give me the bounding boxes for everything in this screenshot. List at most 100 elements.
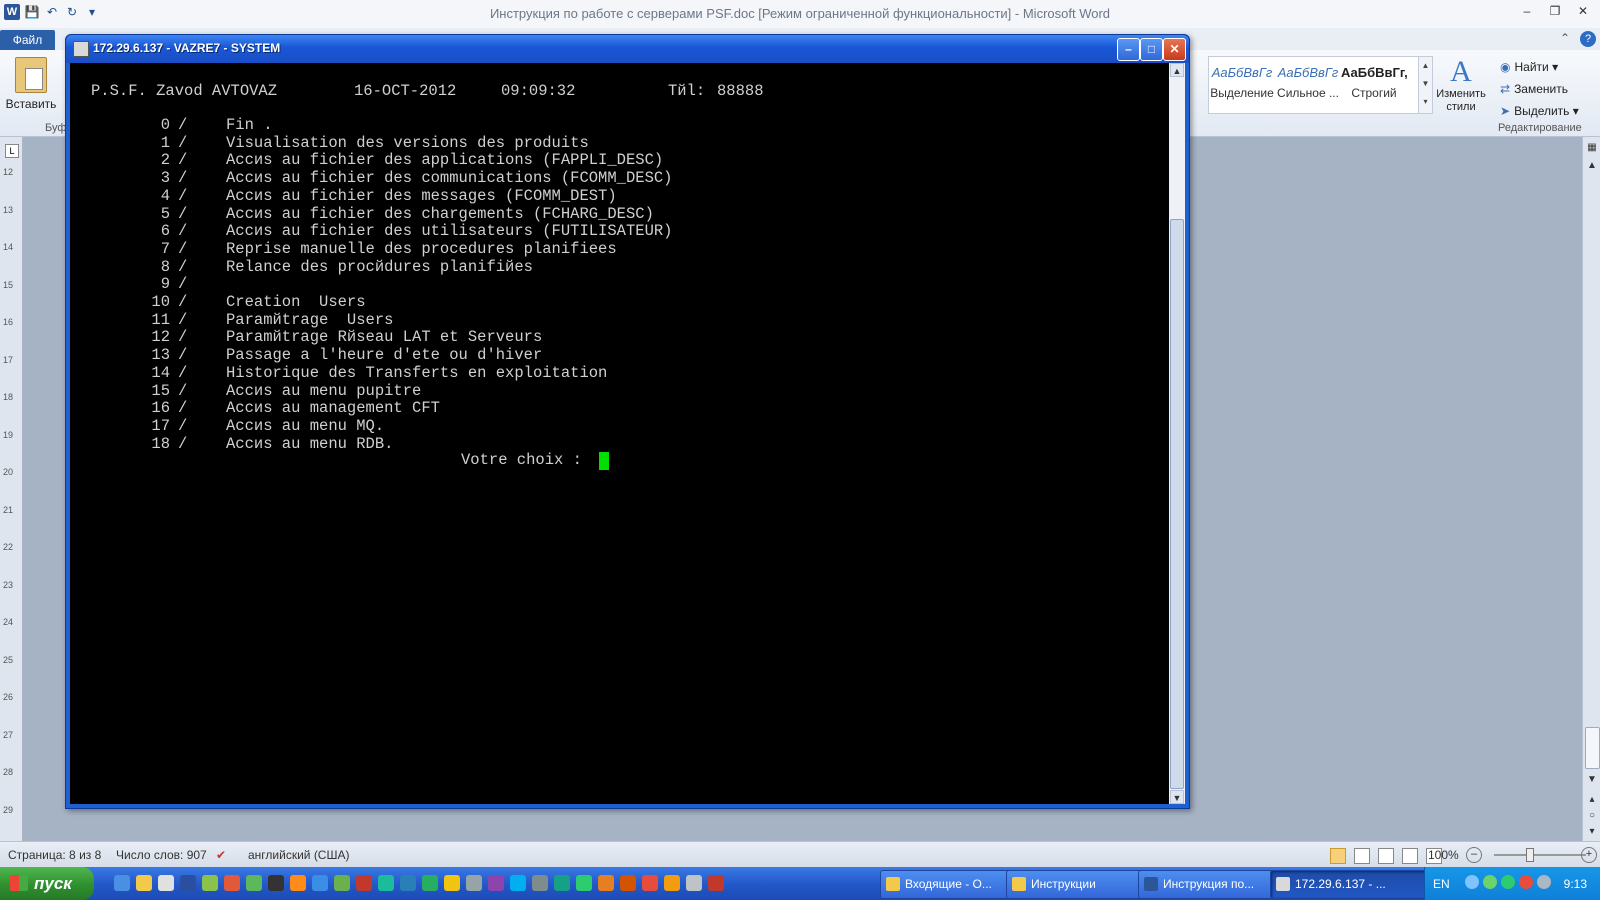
browse-object-icon[interactable]: ○ <box>1585 809 1599 823</box>
style-intense[interactable]: АаБбВвГг Сильное ... <box>1275 57 1341 113</box>
select-button[interactable]: ➤ Выделить ▾ <box>1500 100 1598 122</box>
putty-icon[interactable] <box>73 41 89 57</box>
app-icon[interactable] <box>202 875 218 891</box>
close-icon[interactable]: ✕ <box>1574 3 1592 19</box>
terminal-scroll-down-icon[interactable]: ▼ <box>1170 790 1184 804</box>
web-layout-icon[interactable] <box>1378 848 1394 864</box>
terminal-screen[interactable]: P.S.F. Zavod AVTOVAZ 16-OCT-2012 09:09:3… <box>70 63 1169 804</box>
app-icon[interactable] <box>664 875 680 891</box>
terminal-minimize-button[interactable]: – <box>1117 38 1140 61</box>
app-icon[interactable] <box>488 875 504 891</box>
terminal-close-button[interactable]: ✕ <box>1163 38 1186 61</box>
header-tel-value: 88888 <box>717 82 764 100</box>
reading-view-icon[interactable] <box>1354 848 1370 864</box>
zoom-slider[interactable] <box>1494 854 1586 856</box>
style-name: Строгий <box>1351 86 1397 100</box>
app-icon[interactable] <box>400 875 416 891</box>
terminal-scroll-up-icon[interactable]: ▲ <box>1170 63 1184 77</box>
ribbon-collapse-icon[interactable]: ⌃ <box>1560 31 1570 45</box>
prev-page-icon[interactable]: ▴ <box>1585 793 1599 807</box>
file-tab[interactable]: Файл <box>0 30 55 50</box>
replace-icon: ⇄ <box>1500 82 1511 96</box>
restore-icon[interactable]: ❐ <box>1546 3 1564 19</box>
next-page-icon[interactable]: ▾ <box>1585 825 1599 839</box>
ruler-number: 19 <box>3 429 14 440</box>
header-date: 16-OCT-2012 <box>354 82 457 100</box>
app-icon[interactable] <box>334 875 350 891</box>
skype-icon[interactable] <box>510 875 526 891</box>
style-emphasis[interactable]: АаБбВвГг Выделение <box>1209 57 1275 113</box>
taskbar-task[interactable]: Инструкция по... <box>1138 870 1290 899</box>
app-icon[interactable] <box>466 875 482 891</box>
document-scroll-thumb[interactable] <box>1585 727 1600 769</box>
scroll-down-icon[interactable]: ▼ <box>1585 773 1599 787</box>
zoom-slider-handle[interactable] <box>1526 848 1534 862</box>
ruler-toggle-icon[interactable]: ▦ <box>1585 141 1599 155</box>
menu-item-label: Accиs au fichier des messages (FCOMM_DES… <box>226 186 617 205</box>
filezilla-icon[interactable] <box>708 875 724 891</box>
word-window-controls: – ❐ ✕ <box>1518 3 1592 19</box>
app-icon[interactable] <box>268 875 284 891</box>
tray-icon[interactable] <box>1465 875 1479 889</box>
taskbar-task-active[interactable]: 172.29.6.137 - ... <box>1270 870 1434 899</box>
start-button[interactable]: пуск <box>0 867 94 900</box>
app-icon[interactable] <box>642 875 658 891</box>
terminal-scrollbar[interactable]: ▲ ▼ <box>1169 63 1185 804</box>
zoom-in-icon[interactable]: + <box>1581 847 1597 863</box>
language-indicator[interactable]: EN <box>1433 877 1450 891</box>
ruler-number: 20 <box>3 467 14 477</box>
spellcheck-icon[interactable]: ✔ <box>216 848 226 862</box>
scroll-up-icon[interactable]: ▲ <box>1585 159 1599 173</box>
print-layout-icon[interactable] <box>1330 848 1346 864</box>
menu-item-number: 15 <box>151 381 170 400</box>
folder-icon[interactable] <box>136 875 152 891</box>
terminal-title-bar[interactable]: 172.29.6.137 - VAZRE7 - SYSTEM – □ ✕ <box>66 35 1189 63</box>
app-icon[interactable] <box>246 875 262 891</box>
zoom-out-icon[interactable]: – <box>1466 847 1482 863</box>
tray-icon[interactable] <box>1537 875 1551 889</box>
system-tray: EN 9:13 <box>1424 867 1600 900</box>
language[interactable]: английский (США) <box>248 848 349 862</box>
app-icon[interactable] <box>422 875 438 891</box>
replace-button[interactable]: ⇄ Заменить <box>1500 78 1598 100</box>
firefox-icon[interactable] <box>290 875 306 891</box>
taskbar-task[interactable]: Входящие - О... <box>880 870 1024 899</box>
minimize-icon[interactable]: – <box>1518 3 1536 19</box>
find-button[interactable]: ◉ Найти ▾ <box>1500 56 1598 78</box>
style-strong[interactable]: АаБбВвГг, Строгий <box>1341 57 1407 113</box>
app-icon[interactable] <box>686 875 702 891</box>
select-arrow-icon: ➤ <box>1500 104 1511 118</box>
page-count[interactable]: Страница: 8 из 8 <box>8 848 101 862</box>
app-icon[interactable] <box>554 875 570 891</box>
app-icon[interactable] <box>378 875 394 891</box>
app-icon[interactable] <box>598 875 614 891</box>
outline-view-icon[interactable] <box>1402 848 1418 864</box>
app-icon[interactable] <box>312 875 328 891</box>
document-scrollbar[interactable]: ▦ ▲ ▼ ▴ ○ ▾ <box>1582 137 1600 841</box>
app-icon[interactable] <box>356 875 372 891</box>
app-icon[interactable] <box>224 875 240 891</box>
clock[interactable]: 9:13 <box>1564 877 1587 891</box>
app-icon[interactable] <box>532 875 548 891</box>
zoom-level[interactable]: 100% <box>1428 848 1459 862</box>
tab-selector-icon[interactable]: L <box>5 144 19 158</box>
doc-icon[interactable] <box>158 875 174 891</box>
tray-icon[interactable] <box>1501 875 1515 889</box>
word-count[interactable]: Число слов: 907 <box>116 848 207 862</box>
antivirus-icon[interactable] <box>1519 875 1533 889</box>
paste-button[interactable]: Вставить <box>5 55 57 125</box>
app-icon[interactable] <box>444 875 460 891</box>
menu-item-number: 6 <box>160 222 170 241</box>
header-time: 09:09:32 <box>501 82 576 100</box>
tray-icon[interactable] <box>1483 875 1497 889</box>
styles-scroll[interactable]: ▲ ▼ ▾ <box>1418 56 1433 114</box>
app-icon[interactable] <box>620 875 636 891</box>
ie-icon[interactable] <box>114 875 130 891</box>
help-icon[interactable]: ? <box>1580 31 1596 47</box>
taskbar-task[interactable]: Инструкции <box>1006 870 1160 899</box>
app-icon[interactable] <box>576 875 592 891</box>
terminal-scroll-thumb[interactable] <box>1170 219 1184 789</box>
change-styles-button[interactable]: A Изменить стили <box>1432 56 1490 114</box>
terminal-maximize-button[interactable]: □ <box>1140 38 1163 61</box>
app-icon[interactable] <box>180 875 196 891</box>
